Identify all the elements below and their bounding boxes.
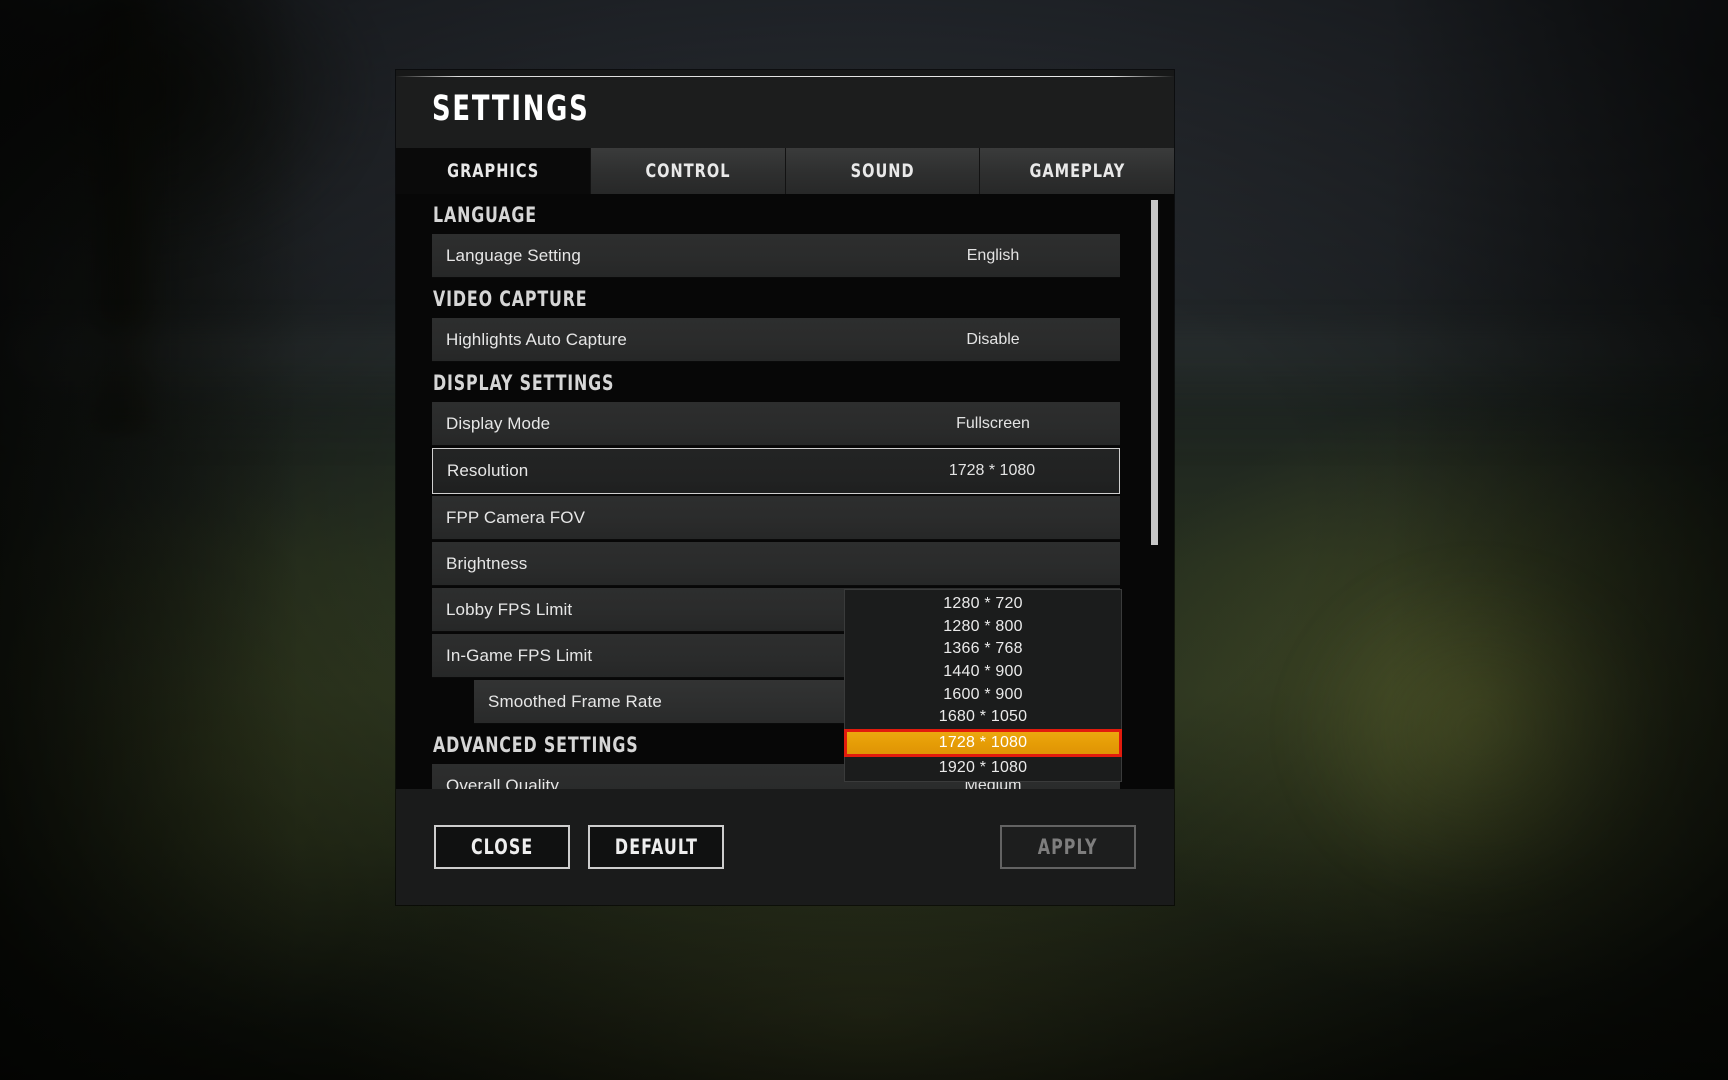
row-resolution[interactable]: Resolution 1728 * 1080 [432,448,1120,494]
dropdown-option-1440x900[interactable]: 1440 * 900 [845,661,1121,684]
tab-gameplay-label: GAMEPLAY [1029,160,1126,182]
row-highlights-auto-capture[interactable]: Highlights Auto Capture Disable [432,318,1120,362]
row-label: Smoothed Frame Rate [488,691,662,711]
row-label: Display Mode [446,413,551,433]
tab-control[interactable]: CONTROL [589,148,785,194]
apply-button[interactable]: APPLY [1000,825,1136,869]
tab-sound-label: SOUND [850,160,915,182]
dropdown-option-1366x768[interactable]: 1366 * 768 [845,638,1121,661]
apply-button-label: APPLY [1038,835,1098,859]
row-fpp-camera-fov[interactable]: FPP Camera FOV [432,496,1120,540]
default-button-label: DEFAULT [614,835,698,859]
section-header-language: LANGUAGE [396,194,1174,234]
window-top-accent-line [396,76,1174,77]
close-button[interactable]: CLOSE [434,825,570,869]
row-label: Language Setting [446,245,581,265]
default-button[interactable]: DEFAULT [588,825,724,869]
dropdown-option-1280x720[interactable]: 1280 * 720 [845,593,1121,616]
row-language-setting[interactable]: Language Setting English [432,234,1120,278]
tab-control-label: CONTROL [645,160,731,182]
row-label: Overall Quality [446,775,559,790]
tab-sound[interactable]: SOUND [784,148,980,194]
settings-window: SETTINGS GRAPHICS CONTROL SOUND GAMEPLAY… [396,70,1174,905]
section-header-display-settings: DISPLAY SETTINGS [396,362,1174,402]
row-value: English [966,246,1020,264]
dropdown-option-1728x1080[interactable]: 1728 * 1080 [844,728,1122,757]
row-label: Highlights Auto Capture [446,329,627,349]
row-value: 1728 * 1080 [948,462,1036,479]
tab-bar: GRAPHICS CONTROL SOUND GAMEPLAY [396,148,1174,194]
window-footer: CLOSE DEFAULT APPLY [396,789,1174,905]
page-title: SETTINGS [432,89,590,129]
dropdown-option-1680x1050[interactable]: 1680 * 1050 [845,706,1121,729]
row-label: FPP Camera FOV [446,507,586,527]
row-value: Fullscreen [956,414,1030,432]
settings-scrollbar[interactable] [1151,200,1158,780]
window-header: SETTINGS [396,70,1174,148]
section-header-video-capture: VIDEO CAPTURE [396,278,1174,318]
row-display-mode[interactable]: Display Mode Fullscreen [432,402,1120,446]
resolution-dropdown[interactable]: 1280 * 720 1280 * 800 1366 * 768 1440 * … [844,589,1122,783]
tab-gameplay[interactable]: GAMEPLAY [979,148,1174,194]
scrollbar-thumb[interactable] [1151,200,1158,545]
row-value: Disable [966,330,1020,348]
row-brightness[interactable]: Brightness [432,542,1120,586]
close-button-label: CLOSE [470,835,534,859]
settings-list: LANGUAGE Language Setting English VIDEO … [396,194,1174,789]
row-label: Lobby FPS Limit [446,599,573,619]
tab-graphics-label: GRAPHICS [446,160,539,182]
dropdown-option-1920x1080[interactable]: 1920 * 1080 [845,757,1121,780]
dropdown-option-1280x800[interactable]: 1280 * 800 [845,616,1121,639]
row-label: Brightness [446,553,528,573]
row-label: Resolution [447,461,529,480]
row-label: In-Game FPS Limit [446,645,593,665]
tab-graphics[interactable]: GRAPHICS [396,148,590,194]
dropdown-option-1600x900[interactable]: 1600 * 900 [845,683,1121,706]
